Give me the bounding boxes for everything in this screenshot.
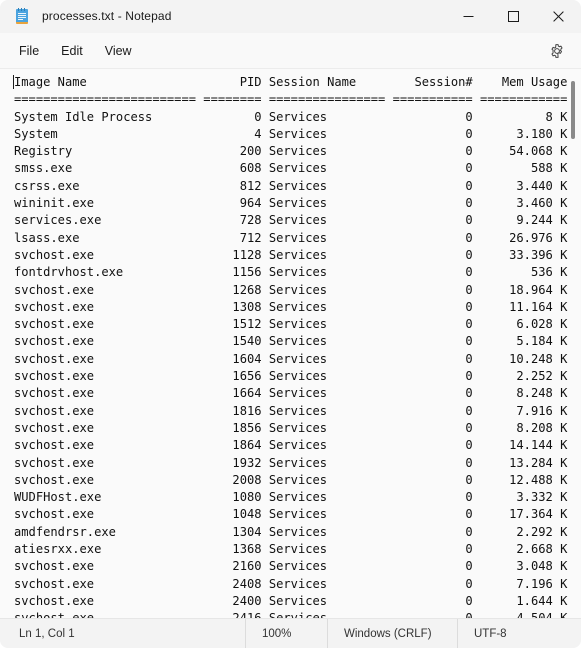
editor-area[interactable]: Image Name PID Session Name Session# Mem…	[0, 68, 581, 618]
status-cursor-position: Ln 1, Col 1	[19, 627, 75, 640]
status-bar: Ln 1, Col 1 100% Windows (CRLF) UTF-8	[0, 618, 581, 648]
menu-item-view[interactable]: View	[94, 39, 143, 63]
notepad-window: processes.txt - Notepad File Edit View I…	[0, 0, 581, 648]
status-encoding[interactable]: UTF-8	[457, 619, 507, 648]
window-title: processes.txt - Notepad	[42, 9, 172, 23]
menu-item-edit[interactable]: Edit	[50, 39, 94, 63]
title-bar[interactable]: processes.txt - Notepad	[0, 0, 581, 33]
scrollbar-thumb[interactable]	[571, 81, 575, 139]
minimize-button[interactable]	[446, 0, 491, 32]
status-line-ending[interactable]: Windows (CRLF)	[327, 619, 457, 648]
menu-item-file[interactable]: File	[8, 39, 50, 63]
caption-button-group	[446, 0, 581, 32]
status-zoom-level[interactable]: 100%	[245, 619, 327, 648]
menu-bar: File Edit View	[0, 33, 581, 68]
gear-icon[interactable]	[544, 38, 570, 64]
maximize-button[interactable]	[491, 0, 536, 32]
vertical-scrollbar[interactable]	[567, 69, 578, 618]
file-text-content[interactable]: Image Name PID Session Name Session# Mem…	[0, 74, 581, 618]
text-editor[interactable]: Image Name PID Session Name Session# Mem…	[0, 69, 581, 618]
notepad-icon	[14, 8, 30, 24]
close-button[interactable]	[536, 0, 581, 32]
